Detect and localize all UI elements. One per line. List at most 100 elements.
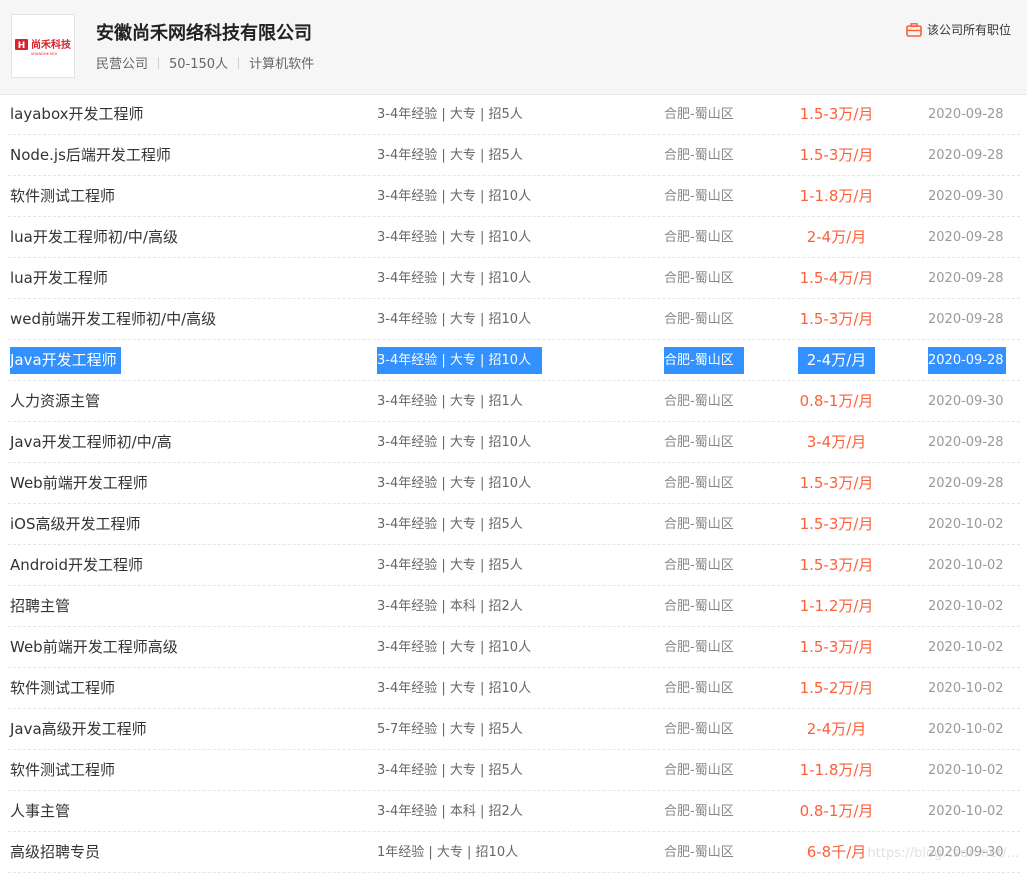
job-row[interactable]: 软件测试工程师 3-4年经验 | 大专 | 招10人 合肥-蜀山区 1-1.8万/月 2… <box>8 176 1020 217</box>
job-date: 2020-09-30 <box>928 189 1004 204</box>
job-title[interactable]: Java高级开发工程师 <box>10 716 147 743</box>
job-salary: 2-4万/月 <box>806 720 867 738</box>
job-requirements: 3-4年经验 | 大专 | 招5人 <box>377 558 523 573</box>
job-salary: 2-4万/月 <box>798 347 875 374</box>
company-name[interactable]: 安徽尚禾网络科技有限公司 <box>96 19 312 45</box>
job-row[interactable]: layabox开发工程师 3-4年经验 | 大专 | 招5人 合肥-蜀山区 1.5-3… <box>8 94 1020 135</box>
job-requirements: 3-4年经验 | 本科 | 招2人 <box>377 804 523 819</box>
job-row[interactable]: lua开发工程师 3-4年经验 | 大专 | 招10人 合肥-蜀山区 1.5-4万/月… <box>8 258 1020 299</box>
job-salary: 1.5-3万/月 <box>799 515 874 533</box>
job-salary: 1.5-3万/月 <box>799 556 874 574</box>
divider <box>238 56 240 69</box>
job-requirements: 1年经验 | 大专 | 招10人 <box>377 845 519 860</box>
job-date: 2020-10-02 <box>928 599 1004 614</box>
job-date: 2020-09-28 <box>928 435 1004 450</box>
job-title[interactable]: 软件测试工程师 <box>10 757 115 784</box>
job-requirements: 3-4年经验 | 大专 | 招10人 <box>377 312 532 327</box>
job-list: layabox开发工程师 3-4年经验 | 大专 | 招5人 合肥-蜀山区 1.5-3… <box>0 94 1027 873</box>
job-date: 2020-09-28 <box>928 312 1004 327</box>
job-requirements: 3-4年经验 | 大专 | 招5人 <box>377 517 523 532</box>
job-title[interactable]: lua开发工程师 <box>10 265 108 292</box>
job-row[interactable]: lua开发工程师初/中/高级 3-4年经验 | 大专 | 招10人 合肥-蜀山区 2-… <box>8 217 1020 258</box>
job-salary: 1.5-3万/月 <box>799 638 874 656</box>
job-row[interactable]: Java高级开发工程师 5-7年经验 | 大专 | 招5人 合肥-蜀山区 2-4万/月… <box>8 709 1020 750</box>
job-date: 2020-09-28 <box>928 230 1004 245</box>
job-title[interactable]: layabox开发工程师 <box>10 101 144 128</box>
svg-text:H: H <box>18 41 26 51</box>
briefcase-icon <box>906 22 922 37</box>
job-requirements: 3-4年经验 | 大专 | 招5人 <box>377 148 523 163</box>
job-title[interactable]: Web前端开发工程师高级 <box>10 634 178 661</box>
job-location: 合肥-蜀山区 <box>664 476 734 491</box>
job-salary: 1.5-3万/月 <box>799 474 874 492</box>
job-title[interactable]: Node.js后端开发工程师 <box>10 142 171 169</box>
job-salary: 1-1.8万/月 <box>799 187 874 205</box>
job-row[interactable]: wed前端开发工程师初/中/高级 3-4年经验 | 大专 | 招10人 合肥-蜀山区… <box>8 299 1020 340</box>
job-row[interactable]: Node.js后端开发工程师 3-4年经验 | 大专 | 招5人 合肥-蜀山区 1.5… <box>8 135 1020 176</box>
job-date: 2020-10-02 <box>928 763 1004 778</box>
job-location: 合肥-蜀山区 <box>664 312 734 327</box>
job-row[interactable]: 人事主管 3-4年经验 | 本科 | 招2人 合肥-蜀山区 0.8-1万/月 2020-… <box>8 791 1020 832</box>
job-row[interactable]: Android开发工程师 3-4年经验 | 大专 | 招5人 合肥-蜀山区 1.5-3… <box>8 545 1020 586</box>
job-date: 2020-10-02 <box>928 804 1004 819</box>
job-location: 合肥-蜀山区 <box>664 230 734 245</box>
job-location: 合肥-蜀山区 <box>664 804 734 819</box>
job-row[interactable]: 软件测试工程师 3-4年经验 | 大专 | 招5人 合肥-蜀山区 1-1.8万/月 20… <box>8 750 1020 791</box>
job-location: 合肥-蜀山区 <box>664 722 734 737</box>
company-logo[interactable]: H 尚禾科技 SHANGHE KEJI <box>11 14 75 78</box>
logo-subtext: SHANGHE KEJI <box>31 52 57 56</box>
job-title[interactable]: 软件测试工程师 <box>10 675 115 702</box>
job-title[interactable]: Java开发工程师 <box>10 347 121 374</box>
company-industry: 计算机软件 <box>249 57 315 72</box>
company-size: 50-150人 <box>169 57 229 72</box>
job-location: 合肥-蜀山区 <box>664 347 744 374</box>
job-row[interactable]: iOS高级开发工程师 3-4年经验 | 大专 | 招5人 合肥-蜀山区 1.5-3万/… <box>8 504 1020 545</box>
all-jobs-label: 该公司所有职位 <box>926 23 1011 37</box>
job-requirements: 3-4年经验 | 大专 | 招1人 <box>377 394 523 409</box>
job-date: 2020-09-28 <box>928 476 1004 491</box>
job-title[interactable]: wed前端开发工程师初/中/高级 <box>10 306 216 333</box>
all-jobs-link[interactable]: 该公司所有职位 <box>906 21 1011 38</box>
job-row[interactable]: 人力资源主管 3-4年经验 | 大专 | 招1人 合肥-蜀山区 0.8-1万/月 202… <box>8 381 1020 422</box>
job-date: 2020-09-30 <box>928 394 1004 409</box>
job-title[interactable]: 招聘主管 <box>10 593 70 620</box>
job-location: 合肥-蜀山区 <box>664 681 734 696</box>
job-row[interactable]: Java开发工程师 3-4年经验 | 大专 | 招10人 合肥-蜀山区 2-4万/月 2… <box>8 340 1020 381</box>
job-title[interactable]: Android开发工程师 <box>10 552 143 579</box>
job-date: 2020-10-02 <box>928 640 1004 655</box>
job-salary: 1.5-3万/月 <box>799 105 874 123</box>
job-row[interactable]: Java开发工程师初/中/高 3-4年经验 | 大专 | 招10人 合肥-蜀山区 3-… <box>8 422 1020 463</box>
job-requirements: 3-4年经验 | 大专 | 招10人 <box>377 347 542 374</box>
job-location: 合肥-蜀山区 <box>664 558 734 573</box>
job-date: 2020-09-28 <box>928 271 1004 286</box>
job-salary: 0.8-1万/月 <box>799 392 874 410</box>
job-title[interactable]: 高级招聘专员 <box>10 839 100 866</box>
job-title[interactable]: Java开发工程师初/中/高 <box>10 429 172 456</box>
job-requirements: 3-4年经验 | 大专 | 招10人 <box>377 189 532 204</box>
job-requirements: 3-4年经验 | 大专 | 招10人 <box>377 476 532 491</box>
job-location: 合肥-蜀山区 <box>664 517 734 532</box>
job-date: 2020-09-28 <box>928 347 1006 374</box>
job-location: 合肥-蜀山区 <box>664 107 734 122</box>
job-location: 合肥-蜀山区 <box>664 599 734 614</box>
job-row[interactable]: Web前端开发工程师高级 3-4年经验 | 大专 | 招10人 合肥-蜀山区 1.5-… <box>8 627 1020 668</box>
job-title[interactable]: 人力资源主管 <box>10 388 100 415</box>
job-date: 2020-09-28 <box>928 107 1004 122</box>
job-row[interactable]: 招聘主管 3-4年经验 | 本科 | 招2人 合肥-蜀山区 1-1.2万/月 2020-… <box>8 586 1020 627</box>
job-title[interactable]: lua开发工程师初/中/高级 <box>10 224 178 251</box>
job-salary: 1-1.2万/月 <box>799 597 874 615</box>
job-row[interactable]: Web前端开发工程师 3-4年经验 | 大专 | 招10人 合肥-蜀山区 1.5-3万… <box>8 463 1020 504</box>
job-title[interactable]: 软件测试工程师 <box>10 183 115 210</box>
job-requirements: 5-7年经验 | 大专 | 招5人 <box>377 722 523 737</box>
job-salary: 1.5-4万/月 <box>799 269 874 287</box>
job-title[interactable]: 人事主管 <box>10 798 70 825</box>
job-requirements: 3-4年经验 | 大专 | 招10人 <box>377 271 532 286</box>
job-row[interactable]: 软件测试工程师 3-4年经验 | 大专 | 招10人 合肥-蜀山区 1.5-2万/月 2… <box>8 668 1020 709</box>
job-date: 2020-10-02 <box>928 517 1004 532</box>
job-title[interactable]: iOS高级开发工程师 <box>10 511 141 538</box>
job-title[interactable]: Web前端开发工程师 <box>10 470 148 497</box>
job-location: 合肥-蜀山区 <box>664 763 734 778</box>
job-requirements: 3-4年经验 | 大专 | 招10人 <box>377 640 532 655</box>
job-requirements: 3-4年经验 | 大专 | 招10人 <box>377 435 532 450</box>
divider <box>158 56 160 69</box>
